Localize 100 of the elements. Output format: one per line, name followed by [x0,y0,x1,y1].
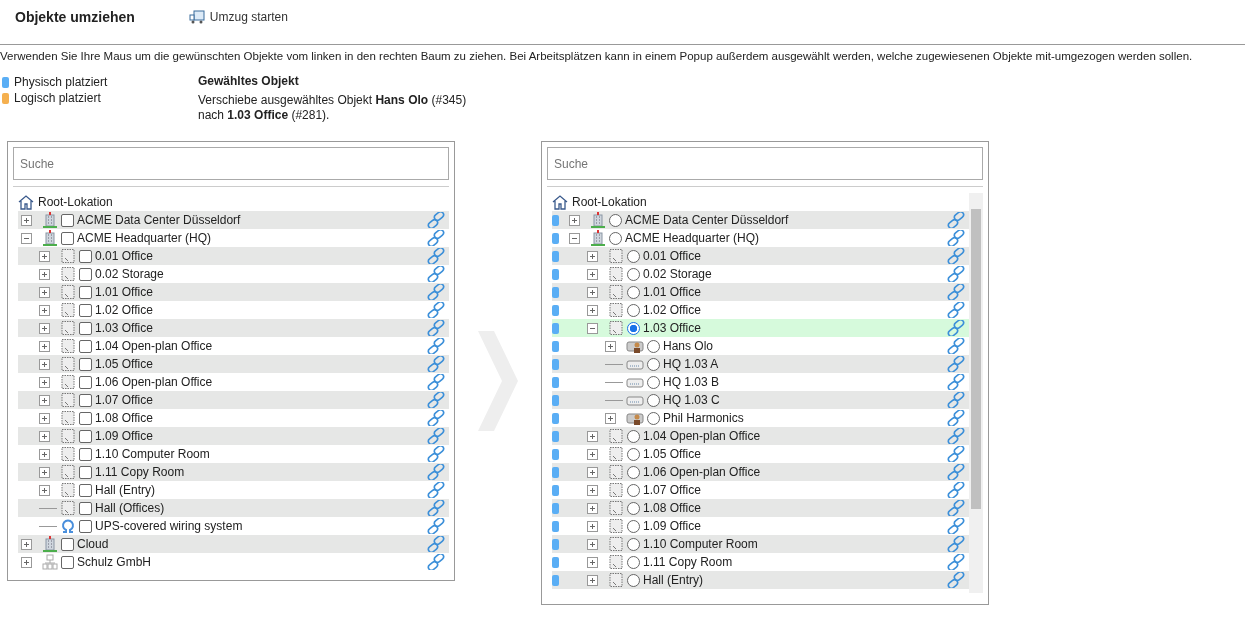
radio-button[interactable] [609,231,622,245]
tree-item[interactable]: Hall (Offices) [95,501,165,515]
tree-item[interactable]: 1.09 Office [95,429,153,443]
tree-item[interactable]: 1.01 Office [95,285,153,299]
tree-item[interactable]: 1.05 Office [95,357,153,371]
link-icon[interactable] [427,320,445,336]
radio-button[interactable] [627,573,640,587]
link-icon[interactable] [427,356,445,372]
link-icon[interactable] [947,464,965,480]
link-icon[interactable] [947,266,965,282]
tree-item[interactable]: 0.02 Storage [95,267,164,281]
checkbox[interactable] [79,249,92,263]
link-icon[interactable] [947,428,965,444]
tree-item[interactable]: 1.04 Open-plan Office [95,339,213,353]
link-icon[interactable] [427,446,445,462]
checkbox[interactable] [79,357,92,371]
link-icon[interactable] [427,464,445,480]
checkbox[interactable] [79,339,92,353]
scrollbar[interactable] [969,193,983,593]
link-icon[interactable] [947,392,965,408]
tree-item[interactable]: 1.07 Office [643,483,701,497]
link-icon[interactable] [427,266,445,282]
tree-item[interactable]: Cloud [77,537,109,551]
link-icon[interactable] [427,410,445,426]
checkbox[interactable] [79,321,92,335]
checkbox[interactable] [79,519,92,533]
tree-item[interactable]: ACME Headquarter (HQ) [77,231,212,245]
link-icon[interactable] [427,392,445,408]
link-icon[interactable] [947,554,965,570]
link-icon[interactable] [427,212,445,228]
radio-button[interactable] [627,249,640,263]
tree-item[interactable]: Root-Lokation [38,195,113,209]
link-icon[interactable] [427,428,445,444]
tree-item[interactable]: 1.08 Office [643,501,701,515]
checkbox[interactable] [79,429,92,443]
checkbox[interactable] [79,303,92,317]
link-icon[interactable] [427,500,445,516]
link-icon[interactable] [947,338,965,354]
radio-button[interactable] [647,411,660,425]
link-icon[interactable] [427,536,445,552]
radio-button[interactable] [627,303,640,317]
radio-button[interactable] [647,339,660,353]
link-icon[interactable] [947,320,965,336]
radio-button[interactable] [627,519,640,533]
tree-item[interactable]: 0.01 Office [95,249,153,263]
radio-button[interactable] [627,555,640,569]
link-icon[interactable] [427,482,445,498]
checkbox[interactable] [79,393,92,407]
radio-button[interactable] [627,483,640,497]
tree-item[interactable]: 1.10 Computer Room [95,447,210,461]
tree-item[interactable]: 0.01 Office [643,249,701,263]
checkbox[interactable] [79,465,92,479]
link-icon[interactable] [947,212,965,228]
tree-item[interactable]: 1.06 Open-plan Office [95,375,213,389]
radio-button[interactable] [647,393,660,407]
link-icon[interactable] [427,248,445,264]
tree-item[interactable]: 0.02 Storage [643,267,712,281]
link-icon[interactable] [947,356,965,372]
radio-button[interactable] [647,375,660,389]
radio-button[interactable] [627,429,640,443]
checkbox[interactable] [79,501,92,515]
link-icon[interactable] [947,284,965,300]
radio-button[interactable] [647,357,660,371]
tree-item[interactable]: Hall (Entry) [95,483,155,497]
link-icon[interactable] [947,572,965,588]
radio-button[interactable] [609,213,622,227]
tree-item[interactable]: 1.01 Office [643,285,701,299]
tree-item[interactable]: 1.03 Office [95,321,153,335]
tree-item[interactable]: Root-Lokation [572,195,647,209]
checkbox[interactable] [79,285,92,299]
link-icon[interactable] [947,410,965,426]
link-icon[interactable] [427,374,445,390]
checkbox[interactable] [79,411,92,425]
link-icon[interactable] [947,248,965,264]
tree-item[interactable]: HQ 1.03 A [663,357,719,371]
tree-item[interactable]: 1.05 Office [643,447,701,461]
link-icon[interactable] [947,230,965,246]
radio-button[interactable] [627,285,640,299]
link-icon[interactable] [947,302,965,318]
checkbox[interactable] [79,447,92,461]
checkbox[interactable] [79,483,92,497]
search-field[interactable]: Suche [547,147,983,180]
radio-button[interactable] [627,537,640,551]
start-move-button[interactable]: Umzug starten [188,10,288,24]
link-icon[interactable] [947,518,965,534]
tree-item[interactable]: Hall (Entry) [643,573,703,587]
tree-item[interactable]: Phil Harmonics [663,411,744,425]
link-icon[interactable] [427,338,445,354]
radio-button[interactable] [627,447,640,461]
tree-item[interactable]: 1.11 Copy Room [643,555,733,569]
link-icon[interactable] [427,284,445,300]
checkbox[interactable] [61,231,74,245]
tree-item[interactable]: 1.02 Office [95,303,153,317]
radio-button[interactable] [627,465,640,479]
tree-item[interactable]: 1.03 Office [643,321,701,335]
checkbox[interactable] [61,537,74,551]
tree-item[interactable]: ACME Headquarter (HQ) [625,231,760,245]
tree-item[interactable]: 1.11 Copy Room [95,465,185,479]
link-icon[interactable] [947,374,965,390]
link-icon[interactable] [947,536,965,552]
